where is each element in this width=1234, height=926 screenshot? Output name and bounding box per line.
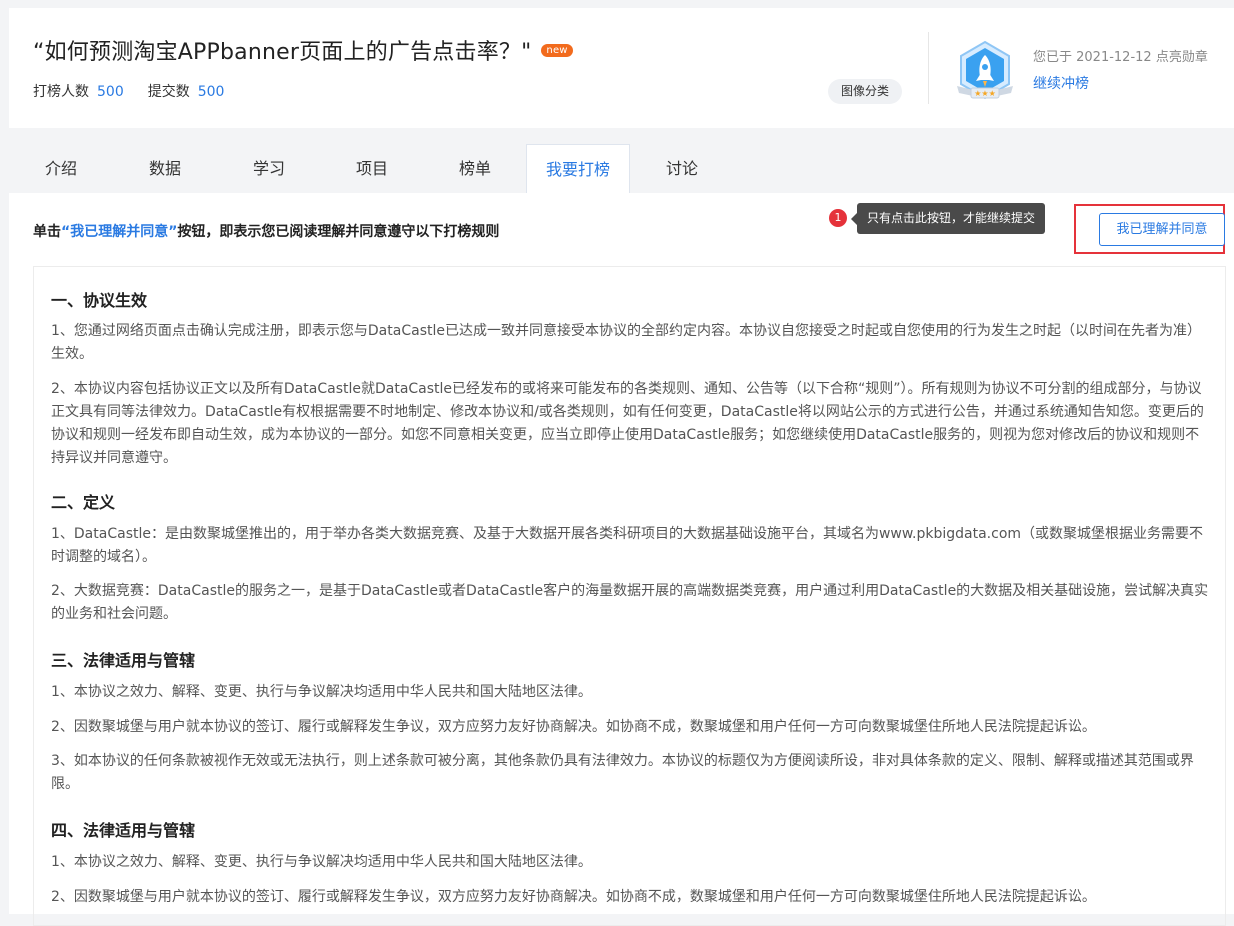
svg-text:★★★: ★★★ (974, 89, 996, 98)
tab-submit[interactable]: 我要打榜 (526, 144, 630, 194)
category-tag[interactable]: 图像分类 (828, 79, 902, 104)
agree-highlight: “我已理解并同意” (61, 224, 178, 240)
continue-link[interactable]: 继续冲榜 (1033, 73, 1089, 93)
participants-label: 打榜人数 (33, 84, 89, 100)
tab-data[interactable]: 数据 (113, 144, 217, 194)
competition-stats: 打榜人数 500 提交数 500 (33, 81, 248, 101)
agree-button[interactable]: 我已理解并同意 (1099, 213, 1225, 246)
rule-paragraph: 1、您通过网络页面点击确认完成注册，即表示您与DataCastle已达成一致并同… (51, 323, 1201, 362)
rule-paragraph: 2、大数据竞赛：DataCastle的服务之一，是基于DataCastle或者D… (51, 583, 1209, 622)
tab-leaderboard[interactable]: 榜单 (423, 144, 527, 194)
section-title: 一、协议生效 (51, 291, 148, 310)
rule-paragraph: 2、因数聚城堡与用户就本协议的签订、履行或解释发生争议，双方应努力友好协商解决。… (51, 719, 1096, 735)
new-badge: new (541, 44, 573, 57)
section-title: 三、法律适用与管辖 (51, 651, 196, 670)
step-badge: 1 (829, 209, 847, 227)
rule-paragraph: 1、本协议之效力、解释、变更、执行与争议解决均适用中华人民共和国大陆地区法律。 (51, 684, 592, 700)
competition-title: “如何预测淘宝APPbanner页面上的广告点击率？" new (33, 34, 573, 66)
tab-discussion[interactable]: 讨论 (630, 144, 734, 194)
rule-paragraph: 1、本协议之效力、解释、变更、执行与争议解决均适用中华人民共和国大陆地区法律。 (51, 854, 592, 870)
submit-tooltip: 只有点击此按钮，才能继续提交 (850, 203, 1046, 234)
header-divider (928, 32, 929, 104)
rule-paragraph: 2、本协议内容包括协议正文以及所有DataCastle就DataCastle已经… (51, 381, 1204, 466)
rules-panel: 单击“我已理解并同意”按钮，即表示您已阅读理解并同意遵守以下打榜规则 1 只有点… (9, 193, 1234, 926)
tab-learn[interactable]: 学习 (217, 144, 321, 194)
agree-suffix: 按钮，即表示您已阅读理解并同意遵守以下打榜规则 (177, 224, 500, 240)
rules-text-box[interactable]: 一、协议生效 1、您通过网络页面点击确认完成注册，即表示您与DataCastle… (33, 266, 1226, 926)
participants-count: 500 (97, 84, 124, 100)
achievement-text: 您已于 2021-12-12 点亮勋章 (1033, 50, 1208, 65)
rocket-medal-icon: ★★★ (953, 40, 1017, 104)
rule-paragraph: 2、因数聚城堡与用户就本协议的签订、履行或解释发生争议，双方应努力友好协商解决。… (51, 889, 1096, 905)
tab-intro[interactable]: 介绍 (9, 144, 113, 194)
section-title: 四、法律适用与管辖 (51, 821, 196, 840)
rule-paragraph: 3、如本协议的任何条款被视作无效或无法执行，则上述条款可被分离，其他条款仍具有法… (51, 753, 1194, 792)
agree-prefix: 单击 (33, 224, 61, 240)
agree-instruction: 单击“我已理解并同意”按钮，即表示您已阅读理解并同意遵守以下打榜规则 (33, 221, 499, 241)
tab-project[interactable]: 项目 (320, 144, 424, 194)
competition-header: “如何预测淘宝APPbanner页面上的广告点击率？" new 打榜人数 500 提交… (9, 8, 1234, 128)
submissions-label: 提交数 (147, 84, 190, 100)
submissions-count: 500 (197, 84, 225, 100)
section-title: 二、定义 (51, 493, 116, 512)
rule-paragraph: 1、DataCastle：是由数聚城堡推出的，用于举办各类大数据竞赛、及基于大数… (51, 526, 1204, 565)
title-text: “如何预测淘宝APPbanner页面上的广告点击率？" (33, 40, 532, 65)
